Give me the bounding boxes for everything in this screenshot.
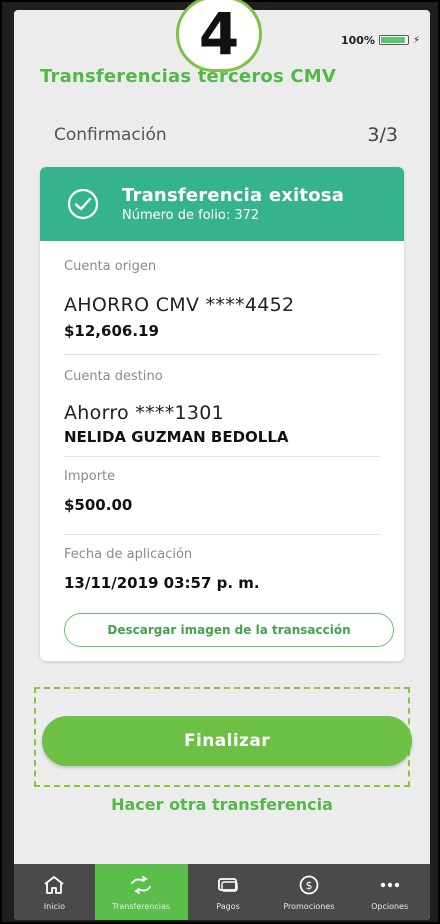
- origin-account-number: AHORRO CMV ****4452: [64, 294, 295, 316]
- origin-account-balance: $12,606.19: [64, 322, 159, 340]
- device-frame: 100% ⚡ Transferencias terceros CMV Confi…: [0, 0, 440, 924]
- step-indicator: Confirmación 3/3: [54, 124, 398, 146]
- check-circle-icon: [67, 188, 99, 220]
- download-receipt-button[interactable]: Descargar imagen de la transacción: [64, 613, 394, 647]
- amount-section: Importe $500.00: [64, 457, 380, 535]
- origin-account-label: Cuenta origen: [64, 259, 157, 274]
- success-title: Transferencia exitosa: [122, 185, 345, 206]
- tab-label: Opciones: [371, 901, 409, 911]
- payments-icon: [218, 877, 238, 892]
- destination-account-section: Cuenta destino Ahorro ****1301 NELIDA GU…: [64, 355, 380, 457]
- promotions-icon: $: [299, 875, 319, 894]
- status-bar: 100% ⚡: [341, 32, 420, 48]
- amount-value: $500.00: [64, 496, 133, 514]
- step-count: 3/3: [367, 124, 398, 146]
- application-date-section: Fecha de aplicación 13/11/2019 03:57 p. …: [64, 535, 380, 607]
- more-icon: [380, 882, 399, 887]
- another-transfer-link[interactable]: Hacer otra transferencia: [14, 795, 430, 814]
- charging-icon: ⚡: [412, 34, 420, 46]
- bottom-tab-bar: Inicio Transferencias Pagos $ Promocione…: [14, 864, 430, 920]
- success-header: Transferencia exitosa Número de folio: 3…: [40, 167, 404, 241]
- tab-opciones[interactable]: Opciones: [349, 864, 430, 920]
- folio-number: Número de folio: 372: [122, 208, 260, 223]
- tab-label: Inicio: [43, 901, 65, 911]
- tab-inicio[interactable]: Inicio: [14, 864, 95, 920]
- step-number-badge: 4: [176, 0, 262, 72]
- tab-label: Pagos: [216, 901, 240, 911]
- battery-percentage: 100%: [340, 33, 375, 47]
- battery-icon: [378, 35, 409, 45]
- tab-transferencias[interactable]: Transferencias: [94, 864, 188, 920]
- application-date-label: Fecha de aplicación: [64, 547, 193, 562]
- tab-promociones[interactable]: $ Promociones: [268, 864, 349, 920]
- finalize-button[interactable]: Finalizar: [42, 716, 412, 766]
- amount-label: Importe: [64, 469, 116, 484]
- svg-text:$: $: [305, 879, 312, 892]
- step-label: Confirmación: [54, 125, 167, 145]
- app-screen: 100% ⚡ Transferencias terceros CMV Confi…: [14, 10, 430, 920]
- step-number: 4: [198, 0, 240, 68]
- destination-account-number: Ahorro ****1301: [64, 402, 225, 424]
- destination-holder-name: NELIDA GUZMAN BEDOLLA: [64, 428, 289, 446]
- tab-label: Promociones: [283, 901, 335, 911]
- home-icon: [44, 875, 64, 894]
- tab-pagos[interactable]: Pagos: [188, 864, 269, 920]
- origin-account-section: Cuenta origen AHORRO CMV ****4452 $12,60…: [64, 241, 380, 355]
- transfer-icon: [131, 875, 152, 894]
- tab-label: Transferencias: [112, 901, 171, 911]
- confirmation-card: Transferencia exitosa Número de folio: 3…: [40, 167, 404, 661]
- destination-account-label: Cuenta destino: [64, 369, 163, 384]
- application-date-value: 13/11/2019 03:57 p. m.: [64, 574, 260, 592]
